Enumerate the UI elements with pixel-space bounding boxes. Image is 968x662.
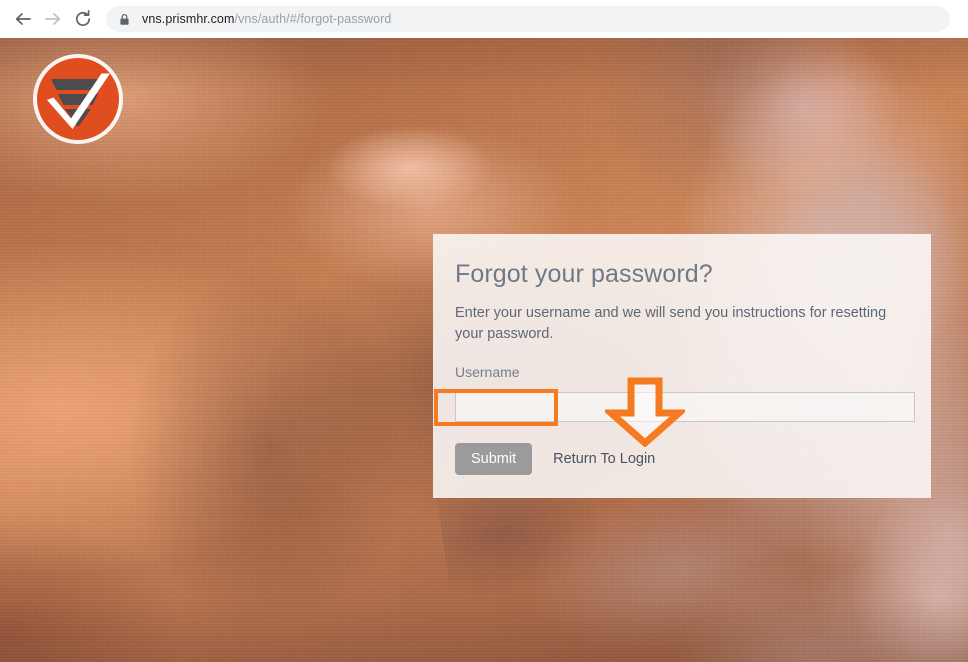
- back-arrow-icon: [15, 13, 31, 25]
- page-title: Forgot your password?: [455, 260, 713, 288]
- username-label: Username: [455, 363, 520, 380]
- reload-icon: [75, 10, 91, 26]
- page-viewport: Forgot your password? Enter your usernam…: [0, 38, 968, 662]
- forward-arrow-icon: [45, 13, 61, 25]
- back-button[interactable]: [8, 4, 38, 34]
- url-text: vns.prismhr.com/vns/auth/#/forgot-passwo…: [142, 12, 391, 26]
- username-input[interactable]: [455, 391, 915, 422]
- lock-icon: [120, 13, 129, 25]
- prismhr-v-logo-icon: [33, 54, 123, 144]
- return-to-login-link[interactable]: Return To Login: [553, 451, 655, 467]
- forgot-password-card: Forgot your password? Enter your usernam…: [433, 234, 931, 498]
- url-path: /vns/auth/#/forgot-password: [234, 12, 392, 26]
- site-logo[interactable]: [31, 52, 125, 146]
- browser-toolbar: vns.prismhr.com/vns/auth/#/forgot-passwo…: [0, 0, 968, 38]
- address-bar[interactable]: vns.prismhr.com/vns/auth/#/forgot-passwo…: [106, 6, 950, 32]
- submit-button[interactable]: Submit: [455, 442, 533, 475]
- forward-button[interactable]: [38, 4, 68, 34]
- reload-button[interactable]: [68, 4, 98, 34]
- form-actions: Submit Return To Login: [455, 442, 909, 475]
- url-domain: vns.prismhr.com: [142, 12, 235, 26]
- instruction-text: Enter your username and we will send you…: [455, 304, 887, 342]
